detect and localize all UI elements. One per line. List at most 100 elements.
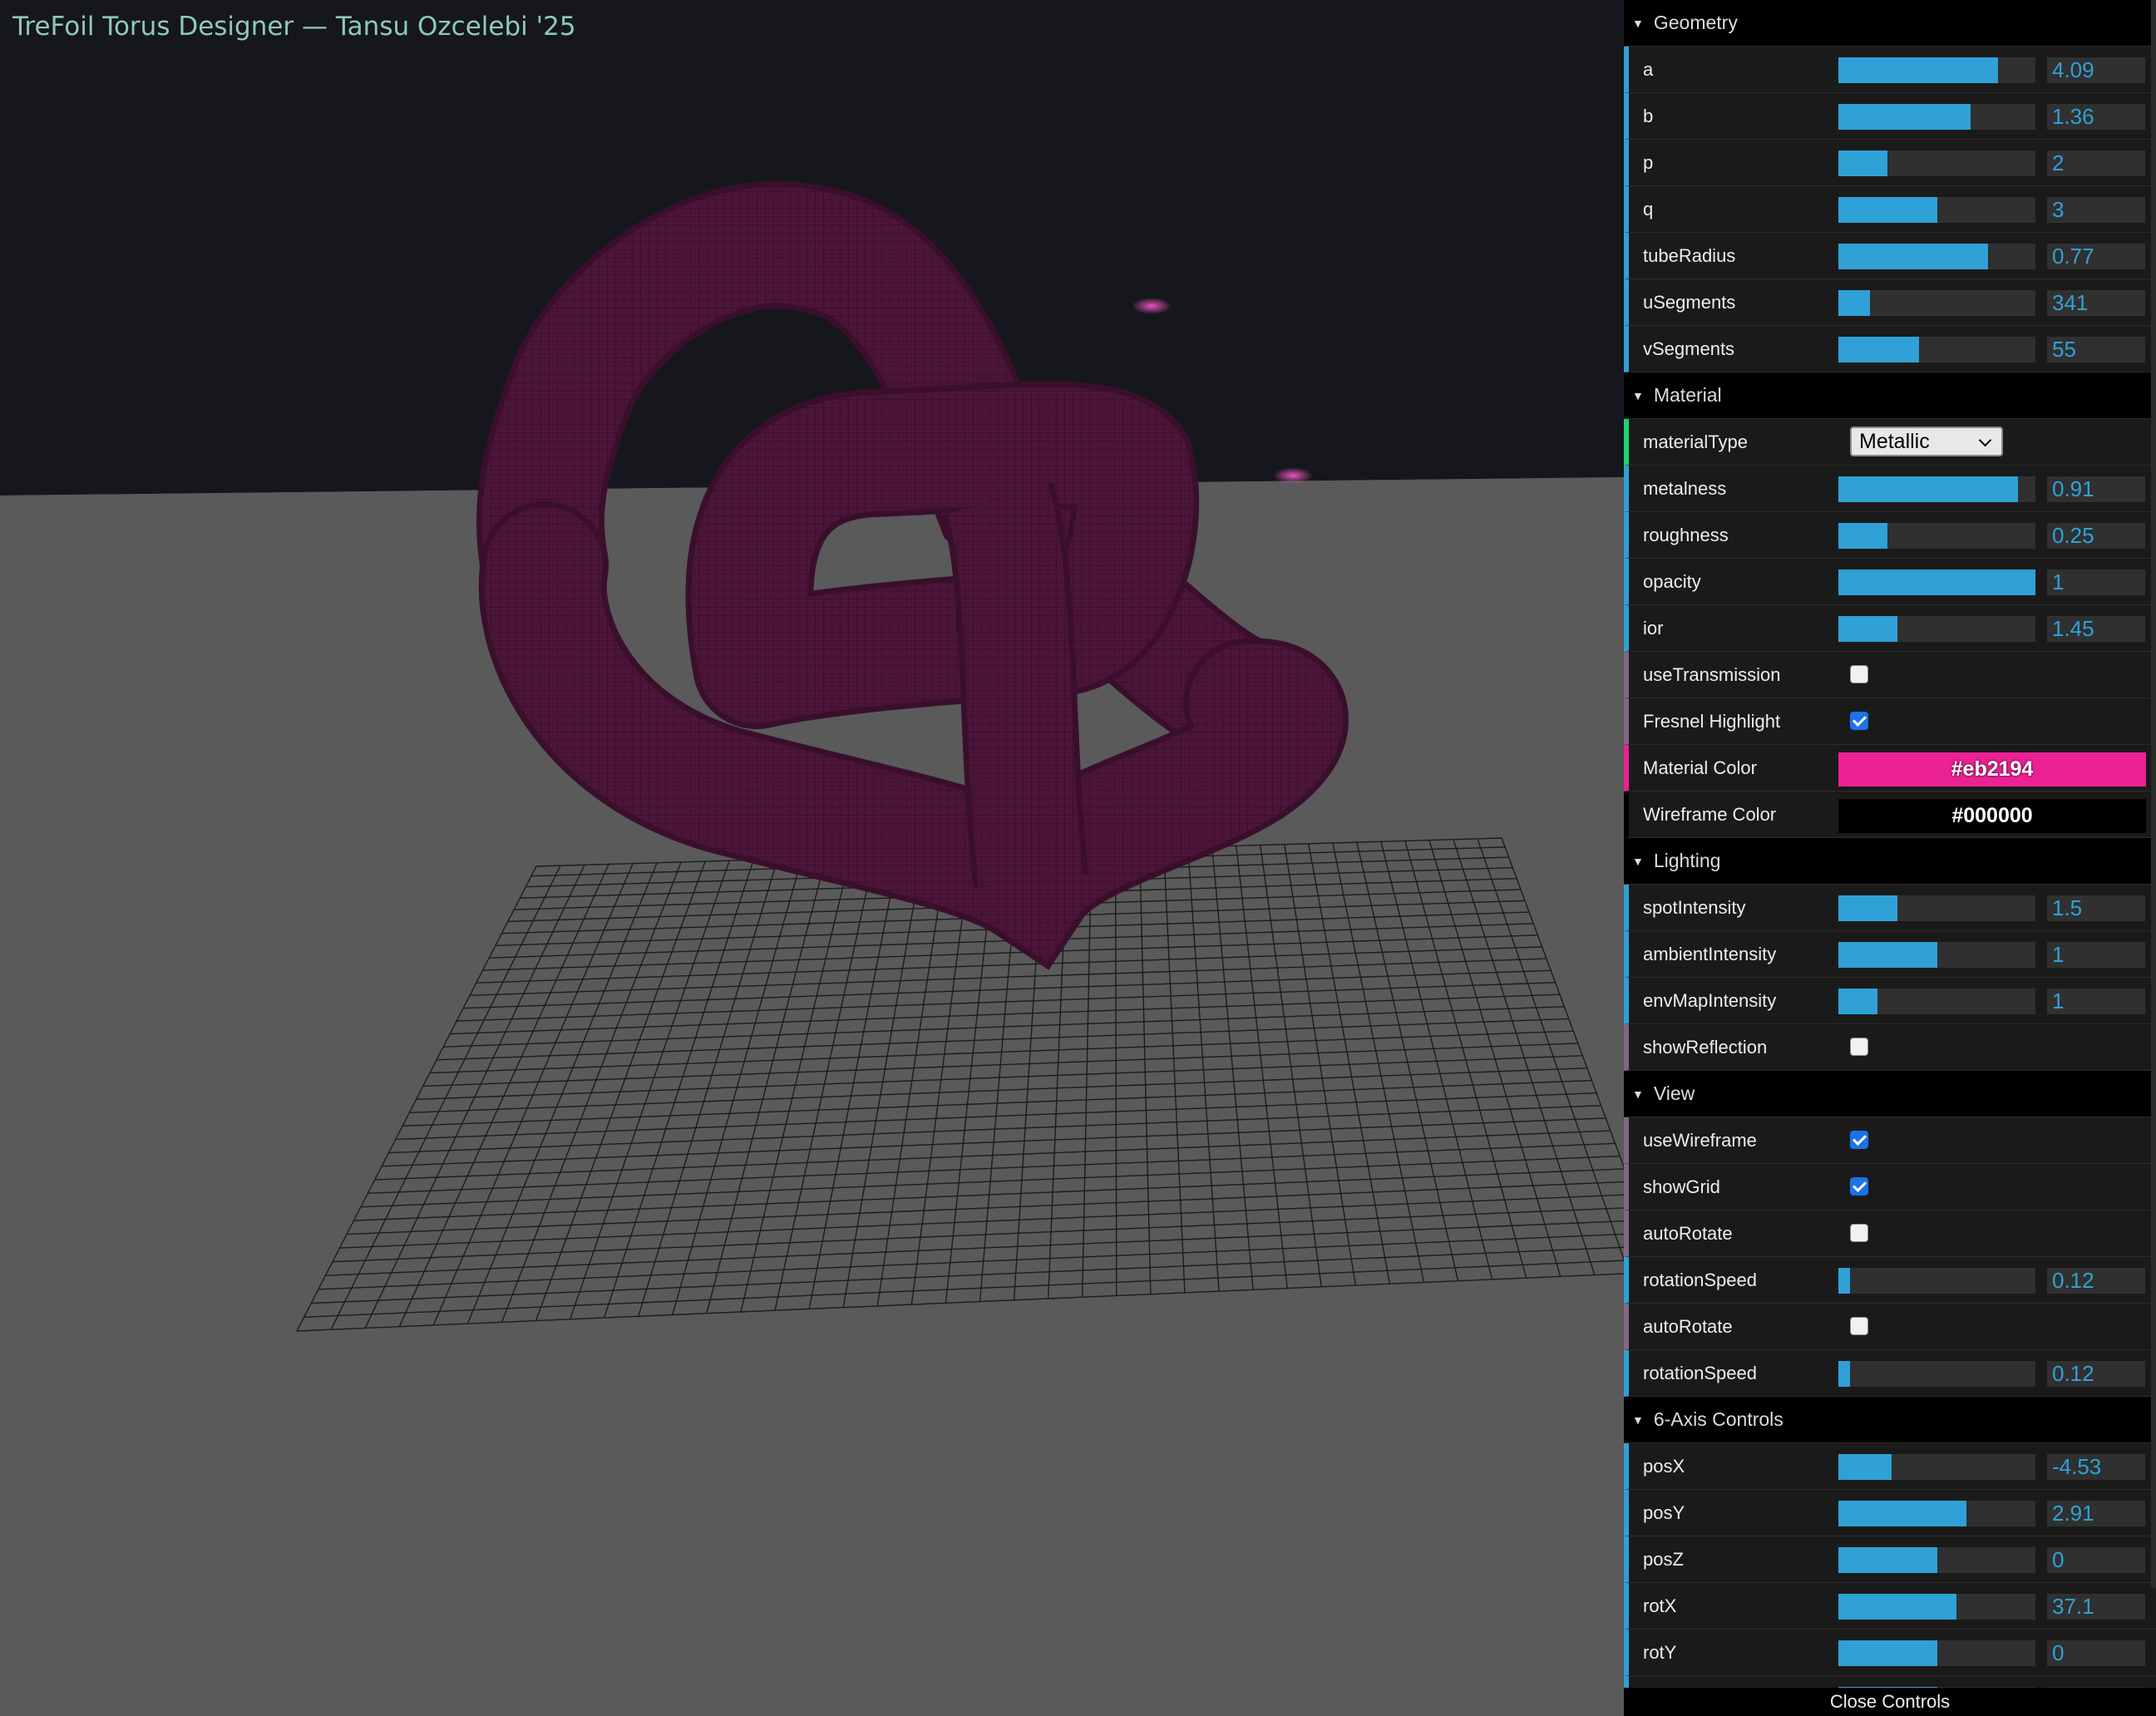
control-roty: rotY 0 <box>1624 1630 2156 1676</box>
roughness-input[interactable]: 0.25 <box>2047 523 2145 549</box>
control-material-color: Material Color #eb2194 <box>1624 745 2156 791</box>
folder-title-label: Geometry <box>1653 12 1738 33</box>
folder-title-label: 6-Axis Controls <box>1653 1408 1784 1430</box>
q-slider[interactable] <box>1838 197 2035 223</box>
triangle-down-icon: ▼ <box>1632 854 1644 868</box>
posx-input[interactable]: -4.53 <box>2047 1454 2145 1480</box>
usetransmission-checkbox[interactable] <box>1850 665 1868 683</box>
folder-geometry[interactable]: ▼ Geometry <box>1624 0 2156 47</box>
material-color-picker[interactable]: #eb2194 <box>1838 752 2146 786</box>
control-a: a 4.09 <box>1624 47 2156 93</box>
slider-fill <box>1838 476 2018 502</box>
slider-fill <box>1838 57 1998 83</box>
control-label: b <box>1643 106 1654 126</box>
spotintensity-slider[interactable] <box>1838 895 2035 921</box>
control-label: showReflection <box>1643 1037 1768 1058</box>
tuberadius-input[interactable]: 0.77 <box>2047 244 2145 269</box>
control-label: a <box>1643 59 1654 80</box>
control-materialtype: materialType Metallic <box>1624 419 2156 466</box>
folder-material[interactable]: ▼ Material <box>1624 372 2156 419</box>
a-slider[interactable] <box>1838 57 2035 83</box>
3d-viewport[interactable] <box>0 0 1624 1716</box>
specular-highlight <box>1273 467 1313 484</box>
vsegments-input[interactable]: 55 <box>2047 337 2145 362</box>
folder-view[interactable]: ▼ View <box>1624 1071 2156 1117</box>
autorotate-checkbox[interactable] <box>1850 1317 1868 1335</box>
control-showreflection: showReflection <box>1624 1024 2156 1071</box>
control-label: rotX <box>1643 1595 1677 1616</box>
control-label: posZ <box>1643 1549 1684 1570</box>
control-label: vSegments <box>1643 338 1735 359</box>
posz-input[interactable]: 0 <box>2047 1547 2145 1573</box>
slider-fill <box>1838 570 2035 595</box>
control-usegments: uSegments 341 <box>1624 279 2156 326</box>
usegments-input[interactable]: 341 <box>2047 290 2145 316</box>
select-value: Metallic <box>1859 430 1930 453</box>
roty-slider[interactable] <box>1838 1640 2035 1666</box>
ambientintensity-slider[interactable] <box>1838 942 2035 968</box>
a-input[interactable]: 4.09 <box>2047 57 2145 83</box>
metalness-slider[interactable] <box>1838 476 2035 502</box>
roty-input[interactable]: 0 <box>2047 1640 2145 1666</box>
control-metalness: metalness 0.91 <box>1624 466 2156 512</box>
showreflection-checkbox[interactable] <box>1850 1038 1868 1056</box>
folder-6-axis-controls[interactable]: ▼ 6-Axis Controls <box>1624 1397 2156 1443</box>
roughness-slider[interactable] <box>1838 523 2035 549</box>
ambientintensity-input[interactable]: 1 <box>2047 942 2145 968</box>
rotationspeed-input[interactable]: 0.12 <box>2047 1268 2145 1294</box>
fresnel-highlight-checkbox[interactable] <box>1850 712 1868 730</box>
folder-lighting[interactable]: ▼ Lighting <box>1624 838 2156 885</box>
slider-fill <box>1838 1501 1967 1526</box>
rotationspeed-slider[interactable] <box>1838 1268 2035 1294</box>
spotintensity-input[interactable]: 1.5 <box>2047 895 2145 921</box>
control-label: autoRotate <box>1643 1316 1733 1337</box>
slider-fill <box>1838 197 1937 223</box>
vsegments-slider[interactable] <box>1838 337 2035 362</box>
slider-fill <box>1838 1361 1851 1387</box>
autorotate-checkbox[interactable] <box>1850 1224 1868 1242</box>
controls-panel[interactable]: ▼ Geometry a 4.09 b 1.36 p 2 q 3 tubeRadius 0.77 uSe… <box>1624 0 2156 1716</box>
rotx-slider[interactable] <box>1838 1594 2035 1620</box>
rotx-input[interactable]: 37.1 <box>2047 1594 2145 1620</box>
usewireframe-checkbox[interactable] <box>1850 1131 1868 1149</box>
control-label: rotationSpeed <box>1643 1363 1757 1383</box>
control-rotationspeed: rotationSpeed 0.12 <box>1624 1257 2156 1304</box>
showgrid-checkbox[interactable] <box>1850 1177 1868 1196</box>
b-slider[interactable] <box>1838 104 2035 130</box>
folder-title-label: Lighting <box>1653 850 1721 871</box>
rotationspeed-slider[interactable] <box>1838 1361 2035 1387</box>
control-label: tubeRadius <box>1643 245 1736 266</box>
control-label: spotIntensity <box>1643 897 1746 918</box>
opacity-input[interactable]: 1 <box>2047 570 2145 595</box>
close-controls-button[interactable]: Close Controls <box>1624 1688 2156 1716</box>
folder-title-label: View <box>1653 1082 1695 1104</box>
rotationspeed-input[interactable]: 0.12 <box>2047 1361 2145 1387</box>
b-input[interactable]: 1.36 <box>2047 104 2145 130</box>
posy-slider[interactable] <box>1838 1501 2035 1526</box>
wireframe-color-picker[interactable]: #000000 <box>1838 799 2146 833</box>
control-autorotate: autoRotate <box>1624 1211 2156 1257</box>
envmapintensity-input[interactable]: 1 <box>2047 989 2145 1014</box>
control-envmapintensity: envMapIntensity 1 <box>1624 978 2156 1024</box>
materialtype-select[interactable]: Metallic <box>1850 427 2003 456</box>
posz-slider[interactable] <box>1838 1547 2035 1573</box>
usegments-slider[interactable] <box>1838 290 2035 316</box>
ior-input[interactable]: 1.45 <box>2047 616 2145 642</box>
control-label: envMapIntensity <box>1643 990 1777 1011</box>
envmapintensity-slider[interactable] <box>1838 989 2035 1014</box>
opacity-slider[interactable] <box>1838 570 2035 595</box>
slider-fill <box>1838 989 1878 1014</box>
slider-fill <box>1838 1547 1937 1573</box>
control-roughness: roughness 0.25 <box>1624 512 2156 559</box>
p-input[interactable]: 2 <box>2047 150 2145 176</box>
triangle-down-icon: ▼ <box>1632 1087 1644 1101</box>
p-slider[interactable] <box>1838 150 2035 176</box>
q-input[interactable]: 3 <box>2047 197 2145 223</box>
ior-slider[interactable] <box>1838 616 2035 642</box>
posy-input[interactable]: 2.91 <box>2047 1501 2145 1526</box>
panel-scrollbar[interactable] <box>2151 0 2156 1588</box>
posx-slider[interactable] <box>1838 1454 2035 1480</box>
tuberadius-slider[interactable] <box>1838 244 2035 269</box>
metalness-input[interactable]: 0.91 <box>2047 476 2145 502</box>
control-label: rotY <box>1643 1642 1677 1663</box>
